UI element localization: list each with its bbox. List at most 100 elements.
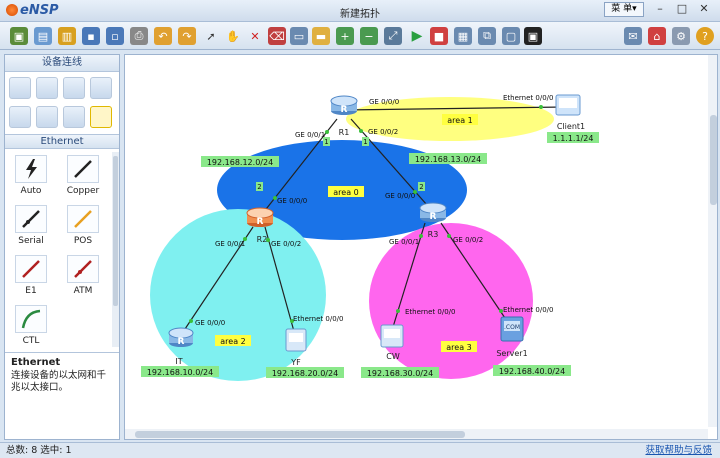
home-icon[interactable]: ⌂ bbox=[648, 27, 666, 45]
category-firewall-icon[interactable] bbox=[90, 77, 112, 99]
e1-cable-icon[interactable] bbox=[15, 255, 47, 283]
iface-label: GE 0/0/0 bbox=[195, 319, 225, 327]
iface-label: GE 0/0/1 bbox=[295, 131, 325, 139]
router-r1[interactable]: R bbox=[330, 95, 358, 115]
subnet-r1-r3: 192.168.13.0/24 bbox=[415, 155, 481, 164]
pc-yf[interactable] bbox=[285, 328, 307, 352]
serial-cable-icon[interactable] bbox=[15, 205, 47, 233]
atm-cable-icon[interactable] bbox=[67, 255, 99, 283]
delete-icon[interactable]: ✕ bbox=[246, 27, 264, 45]
router-r2[interactable]: R bbox=[246, 207, 274, 227]
start-icon[interactable]: ▶ bbox=[408, 27, 426, 45]
category-terminal-icon[interactable] bbox=[9, 106, 31, 128]
cable-label-auto: Auto bbox=[20, 186, 42, 196]
category-switch-icon[interactable] bbox=[36, 77, 58, 99]
description-title: Ethernet bbox=[11, 357, 61, 368]
category-wlan-icon[interactable] bbox=[63, 77, 85, 99]
iface-label: GE 0/0/2 bbox=[271, 240, 301, 248]
print-icon[interactable]: ⎙ bbox=[130, 27, 148, 45]
stop-icon[interactable]: ■ bbox=[430, 27, 448, 45]
help-feedback-link[interactable]: 获取帮助与反馈 bbox=[645, 443, 712, 458]
area2-ellipse bbox=[150, 209, 326, 381]
router-it[interactable]: R bbox=[168, 327, 194, 347]
endpoint-dot bbox=[419, 234, 423, 238]
canvas-scroll-thumb-h[interactable] bbox=[135, 431, 465, 438]
svg-text:R: R bbox=[341, 105, 348, 115]
iface-label: Ethernet 0/0/0 bbox=[503, 94, 553, 102]
cw-label: CW bbox=[386, 352, 400, 361]
capture-icon[interactable]: ⧉ bbox=[478, 27, 496, 45]
iface-label: GE 0/0/0 bbox=[277, 197, 307, 205]
topology-canvas[interactable]: R R R R .COM R1 R2 R3 Client1 IT YF CW S… bbox=[124, 54, 718, 440]
endpoint-dot bbox=[396, 309, 400, 313]
new-lab-icon[interactable]: ▤ bbox=[34, 27, 52, 45]
iface-label: GE 0/0/2 bbox=[368, 128, 398, 136]
it-label: IT bbox=[175, 357, 182, 366]
pc-cw[interactable] bbox=[380, 324, 404, 348]
iface-label: GE 0/0/0 bbox=[369, 98, 399, 106]
area1-label: area 1 bbox=[447, 116, 472, 125]
text-icon[interactable]: ▭ bbox=[290, 27, 308, 45]
iface-label: Ethernet 0/0/0 bbox=[503, 306, 553, 314]
iface-label: GE 0/0/2 bbox=[453, 236, 483, 244]
topo-icon[interactable]: ▢ bbox=[502, 27, 520, 45]
server1-label: Server1 bbox=[496, 349, 527, 358]
subnet-yf: 192.168.20.0/24 bbox=[272, 369, 338, 378]
panel-scrollbar[interactable] bbox=[112, 152, 119, 347]
router-r3[interactable]: R bbox=[419, 202, 447, 222]
status-bar: 总数: 8 选中: 1 获取帮助与反馈 bbox=[0, 442, 720, 458]
cable-label-serial: Serial bbox=[18, 236, 44, 246]
new-topology-icon[interactable]: ▣ bbox=[10, 27, 28, 45]
subnet-cw: 192.168.30.0/24 bbox=[367, 369, 433, 378]
screenshot-icon[interactable]: ▣ bbox=[524, 27, 542, 45]
auto-lightning-icon[interactable] bbox=[15, 155, 47, 183]
area3-label: area 3 bbox=[446, 343, 471, 352]
zoom-in-icon[interactable]: + bbox=[336, 27, 354, 45]
palette-icon[interactable]: ▬ bbox=[312, 27, 330, 45]
svg-text:R: R bbox=[430, 212, 437, 222]
endpoint-dot bbox=[447, 234, 451, 238]
category-router-icon[interactable] bbox=[9, 77, 31, 99]
ctl-cable-icon[interactable] bbox=[15, 305, 47, 333]
endpoint-dot bbox=[359, 129, 363, 133]
client-client1[interactable] bbox=[555, 94, 581, 116]
client1-label: Client1 bbox=[557, 122, 585, 131]
canvas-scroll-thumb-v[interactable] bbox=[710, 115, 717, 205]
category-cloud-icon[interactable] bbox=[36, 106, 58, 128]
r3-label: R3 bbox=[428, 230, 439, 239]
menu-button[interactable]: 菜 单▾ bbox=[604, 2, 644, 17]
svg-text:R: R bbox=[257, 217, 264, 227]
hand-icon[interactable]: ✋ bbox=[224, 27, 242, 45]
save-icon[interactable]: ▪ bbox=[82, 27, 100, 45]
r1-label: R1 bbox=[339, 128, 350, 137]
settings-icon[interactable]: ⚙ bbox=[672, 27, 690, 45]
chat-icon[interactable]: ✉ bbox=[624, 27, 642, 45]
pointer-icon[interactable]: ➚ bbox=[202, 27, 220, 45]
ethernet-section-header: Ethernet bbox=[5, 134, 119, 149]
category-other-icon[interactable] bbox=[63, 106, 85, 128]
copper-cable-icon[interactable] bbox=[67, 155, 99, 183]
cable-label-pos: POS bbox=[73, 236, 93, 246]
undo-icon[interactable]: ↶ bbox=[154, 27, 172, 45]
save-as-icon[interactable]: ▫ bbox=[106, 27, 124, 45]
server-server1[interactable]: .COM bbox=[500, 316, 524, 342]
maximize-icon[interactable]: □ bbox=[672, 2, 692, 17]
minimize-icon[interactable]: – bbox=[650, 2, 670, 17]
category-cable-icon[interactable] bbox=[90, 106, 112, 128]
delete-link-icon[interactable]: ⌫ bbox=[268, 27, 286, 45]
open-icon[interactable]: ▥ bbox=[58, 27, 76, 45]
redo-icon[interactable]: ↷ bbox=[178, 27, 196, 45]
canvas-scrollbar-v[interactable] bbox=[708, 55, 718, 427]
help-icon[interactable]: ? bbox=[696, 27, 714, 45]
subnet-server1: 192.168.40.0/24 bbox=[499, 367, 565, 376]
fit-icon[interactable]: ⤢ bbox=[384, 27, 402, 45]
link-tag: 1 bbox=[363, 138, 367, 146]
link-tag: 2 bbox=[419, 183, 423, 191]
yf-label: YF bbox=[290, 358, 301, 367]
pos-cable-icon[interactable] bbox=[67, 205, 99, 233]
subnet-client1: 1.1.1.1/24 bbox=[553, 134, 594, 143]
status-count: 总数: 8 选中: 1 bbox=[6, 445, 72, 456]
zoom-out-icon[interactable]: − bbox=[360, 27, 378, 45]
close-icon[interactable]: ✕ bbox=[694, 2, 714, 17]
console-icon[interactable]: ▦ bbox=[454, 27, 472, 45]
